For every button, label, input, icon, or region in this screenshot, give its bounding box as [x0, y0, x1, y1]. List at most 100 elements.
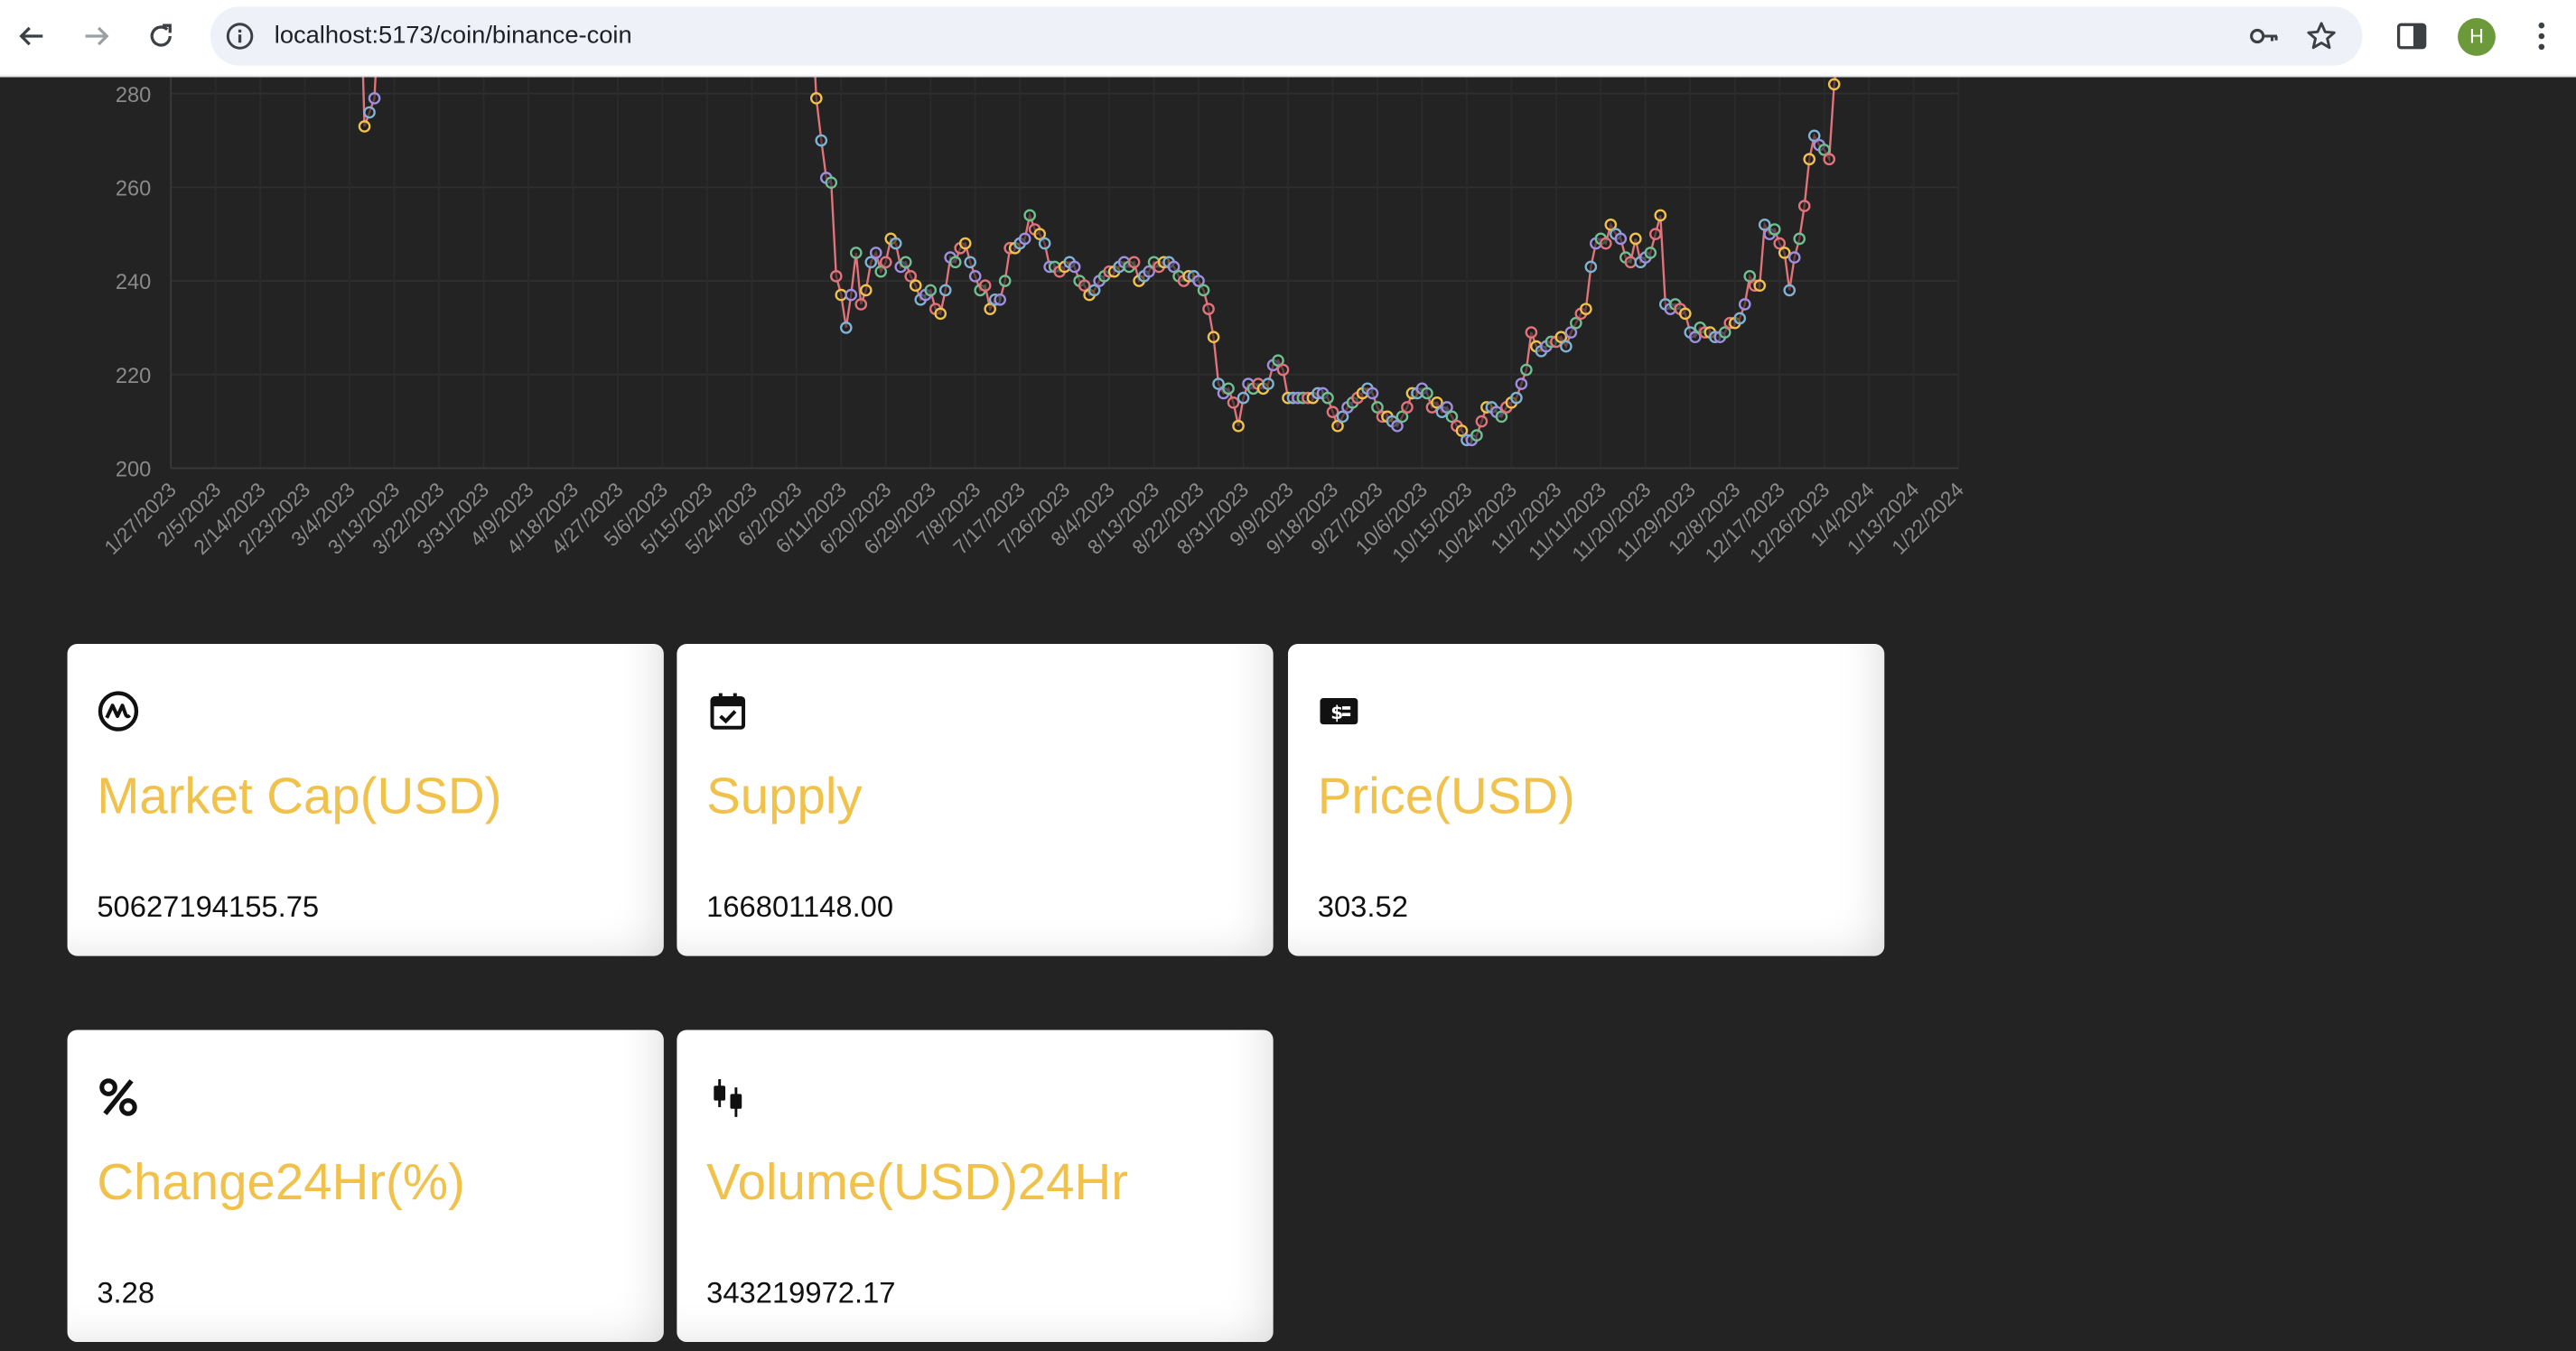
card-value: 166801148.00	[706, 890, 894, 924]
card-title: Change24Hr(%)	[97, 1152, 465, 1211]
more-vert-icon[interactable]	[2524, 18, 2560, 54]
data-point	[1515, 377, 1528, 390]
data-point	[1520, 363, 1533, 377]
data-point	[1738, 298, 1751, 311]
data-point	[1222, 382, 1235, 396]
data-point	[1733, 312, 1747, 325]
data-point	[964, 256, 977, 269]
card-value: 3.28	[97, 1276, 155, 1309]
data-point	[1068, 260, 1081, 274]
data-point	[1127, 256, 1141, 269]
data-point	[845, 288, 858, 302]
data-point	[1232, 419, 1245, 433]
key-icon[interactable]	[2247, 20, 2280, 52]
data-point	[1644, 247, 1657, 259]
side-panel-icon[interactable]	[2394, 18, 2430, 54]
data-point	[958, 237, 972, 250]
data-point	[1227, 396, 1240, 409]
card-title: Volume(USD)24Hr	[706, 1152, 1129, 1211]
data-point	[1584, 260, 1598, 274]
data-point	[368, 92, 381, 105]
data-point	[859, 284, 873, 297]
plot-area	[358, 77, 1841, 447]
supply-card: Supply 166801148.00	[677, 644, 1274, 956]
data-point	[1401, 401, 1414, 414]
arrow-left-icon	[19, 26, 43, 46]
address-bar[interactable]: localhost:5173/coin/binance-coin	[210, 6, 2363, 66]
y-tick-label: 240	[116, 271, 151, 294]
y-tick-label: 200	[116, 458, 151, 481]
card-value: 50627194155.75	[97, 890, 320, 924]
data-point	[1421, 387, 1433, 400]
data-point	[1580, 303, 1592, 315]
data-point	[1470, 429, 1483, 442]
back-button[interactable]	[10, 14, 52, 57]
data-point	[1018, 232, 1031, 246]
percent-icon	[99, 1078, 137, 1116]
data-point	[1237, 391, 1250, 405]
data-point	[1648, 228, 1662, 241]
data-point	[879, 256, 892, 269]
card-title: Price(USD)	[1317, 767, 1575, 825]
data-point	[1560, 340, 1573, 353]
data-point	[1654, 209, 1667, 222]
url-text[interactable]: localhost:5173/coin/binance-coin	[275, 22, 632, 51]
data-point	[869, 247, 882, 259]
price-history-chart: 2002202402602801/27/20232/5/20232/14/202…	[99, 77, 1968, 567]
y-tick-label: 260	[116, 177, 151, 200]
reload-button[interactable]	[140, 14, 182, 57]
candlestick-icon	[714, 1079, 742, 1117]
data-point	[938, 284, 952, 297]
avatar[interactable]: H	[2458, 18, 2496, 56]
data-point	[839, 321, 853, 334]
data-point	[998, 275, 1012, 287]
data-point	[994, 293, 1007, 306]
data-point	[1787, 251, 1801, 264]
forward-button[interactable]	[76, 14, 118, 57]
data-point	[1475, 415, 1489, 428]
site-info-icon[interactable]	[225, 22, 255, 51]
card-title: Market Cap(USD)	[97, 767, 502, 825]
data-point	[1823, 153, 1836, 166]
market-cap-card: Market Cap(USD) 50627194155.75	[67, 644, 664, 956]
data-point	[1783, 284, 1797, 297]
data-point	[835, 288, 848, 302]
data-point	[968, 270, 982, 283]
card-value: 303.52	[1317, 890, 1408, 924]
data-point	[1366, 387, 1379, 400]
data-point	[809, 92, 823, 105]
card-title: Supply	[706, 767, 863, 825]
coinmarketcap-icon	[98, 691, 139, 731]
arrow-right-icon	[85, 26, 109, 46]
star-icon[interactable]	[2305, 20, 2338, 52]
data-point	[1023, 209, 1036, 222]
data-point	[1797, 200, 1811, 212]
data-point	[934, 307, 947, 321]
data-point	[1793, 232, 1806, 246]
data-point	[978, 279, 992, 293]
data-point	[1207, 331, 1220, 344]
data-point	[1326, 405, 1339, 419]
data-point	[1624, 256, 1638, 269]
browser-toolbar: localhost:5173/coin/binance-coin H	[0, 0, 2576, 78]
data-point	[1600, 237, 1612, 250]
data-point	[899, 256, 912, 269]
data-point	[1753, 279, 1767, 293]
data-point	[1778, 247, 1791, 259]
data-point	[1768, 223, 1781, 236]
data-point	[825, 176, 838, 189]
data-point	[909, 279, 922, 293]
svg-text:$: $	[1330, 702, 1343, 723]
data-point	[1510, 391, 1523, 405]
card-value: 343219972.17	[706, 1276, 896, 1309]
data-point	[1202, 303, 1215, 315]
data-point	[1262, 377, 1274, 390]
data-point	[948, 256, 962, 269]
calendar-check-icon	[710, 693, 746, 730]
data-point	[1614, 232, 1628, 246]
y-tick-label: 220	[116, 365, 151, 388]
data-point	[1321, 391, 1334, 405]
data-point	[1525, 326, 1538, 339]
reload-icon	[150, 23, 172, 47]
data-point	[1197, 284, 1210, 297]
